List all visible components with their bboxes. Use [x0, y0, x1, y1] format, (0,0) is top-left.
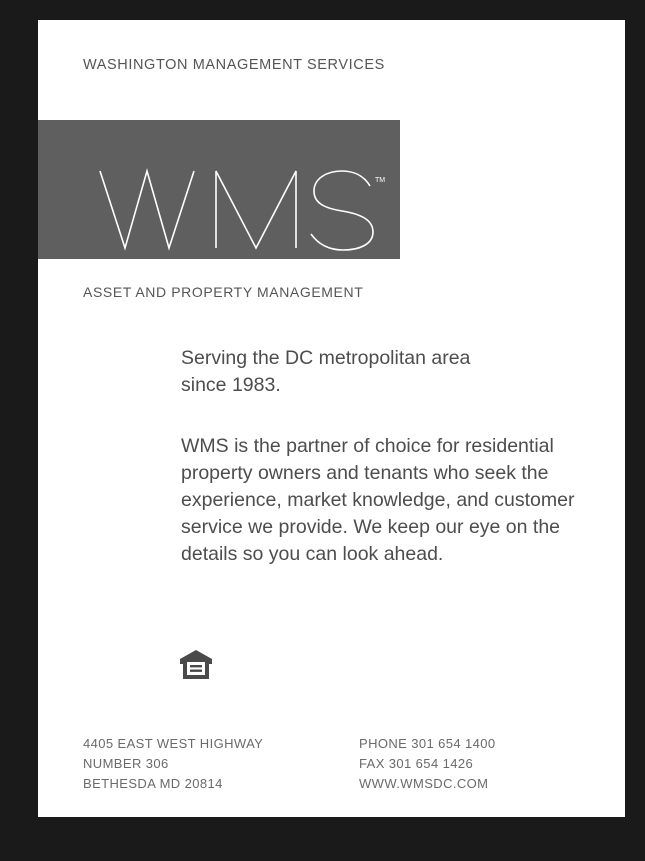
equal-housing-opportunity-icon — [180, 650, 212, 679]
logo-trademark: TM — [375, 177, 385, 184]
wms-logo-letters — [99, 168, 374, 251]
address-line-1: 4405 EAST WEST HIGHWAY — [83, 736, 264, 751]
phone-number: PHONE 301 654 1400 — [359, 736, 496, 751]
website-link[interactable]: WWW.WMSDC.COM — [359, 774, 496, 794]
logo-band: TM — [38, 120, 400, 259]
address-line-2: NUMBER 306 — [83, 756, 169, 771]
description-paragraph: WMS is the partner of choice for residen… — [181, 435, 575, 565]
address-line-3: BETHESDA MD 20814 — [83, 776, 223, 791]
intro-paragraph: Serving the DC metropolitan area since 1… — [181, 347, 471, 396]
tagline: ASSET AND PROPERTY MANAGEMENT — [83, 284, 364, 300]
company-name: WASHINGTON MANAGEMENT SERVICES — [83, 57, 385, 73]
fax-number: FAX 301 654 1426 — [359, 756, 474, 771]
advertisement-page: WASHINGTON MANAGEMENT SERVICES TM ASSET … — [38, 20, 625, 817]
contact-block: PHONE 301 654 1400 FAX 301 654 1426 WWW.… — [359, 734, 496, 794]
address-block: 4405 EAST WEST HIGHWAY NUMBER 306 BETHES… — [83, 734, 263, 794]
wms-logo: TM — [99, 168, 385, 251]
